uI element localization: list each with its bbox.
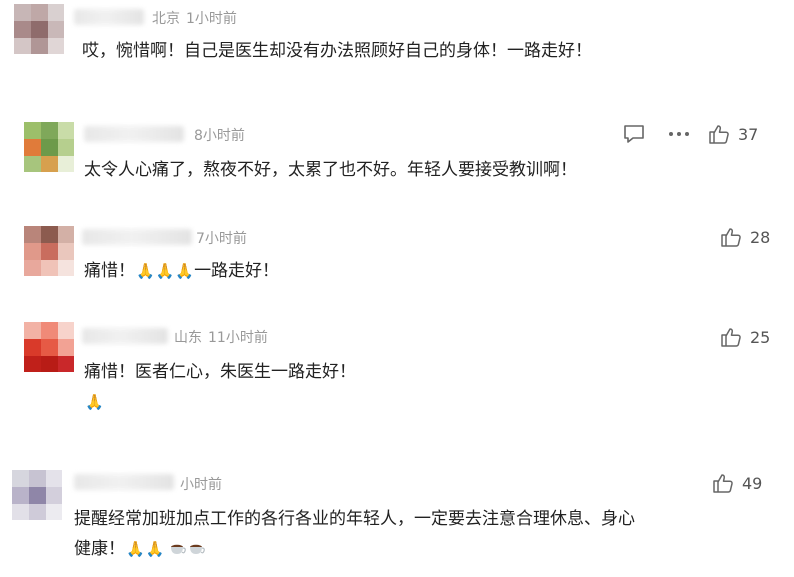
comment-text: 痛惜！医者仁心，朱医生一路走好！ — [84, 362, 356, 382]
comment-actions: 49 — [712, 472, 762, 494]
comment-meta: 8小时前 — [194, 125, 245, 145]
comment-text: 哎，惋惜啊！自己是医生却没有办法照顾好自己的身体！一路走好！ — [82, 41, 592, 61]
comment-meta: 7小时前 — [196, 228, 247, 248]
comment-location: 山东 — [174, 330, 202, 346]
avatar[interactable] — [24, 322, 74, 372]
comment-text-part: 健康！ — [74, 539, 125, 559]
folded-hands-emoji: 🙏 — [85, 393, 104, 411]
comment-meta: 山东 11小时前 — [174, 327, 268, 347]
folded-hands-emoji: 🙏 — [145, 540, 165, 558]
thumbs-up-icon[interactable] — [720, 326, 742, 348]
comment-time: 小时前 — [180, 477, 222, 493]
avatar[interactable] — [14, 4, 64, 54]
like-count: 28 — [750, 227, 771, 247]
comment-text: 太令人心痛了，熬夜不好，太累了也不好。年轻人要接受教训啊！ — [84, 160, 577, 180]
comment-time: 7小时前 — [196, 231, 247, 247]
more-icon[interactable] — [668, 131, 690, 137]
comment-time: 1小时前 — [186, 11, 237, 27]
folded-hands-emoji: 🙏 — [175, 262, 195, 280]
comment-time: 11小时前 — [208, 330, 268, 346]
like-count: 49 — [742, 473, 763, 493]
comment-icon[interactable] — [622, 123, 646, 145]
avatar[interactable] — [24, 122, 74, 172]
thumbs-up-icon[interactable] — [720, 226, 742, 248]
comment-text-part: 一路走好！ — [194, 261, 280, 281]
username-redacted[interactable] — [84, 126, 184, 142]
avatar[interactable] — [12, 470, 62, 520]
avatar[interactable] — [24, 226, 74, 276]
hot-beverage-emoji — [189, 544, 205, 554]
like-count: 37 — [738, 124, 759, 144]
comment-actions: 37 — [622, 123, 758, 145]
folded-hands-emoji: 🙏 — [126, 540, 145, 558]
comment-text: 健康！🙏🙏 — [74, 535, 208, 563]
comment-location: 北京 — [152, 11, 180, 27]
hot-beverage-emoji — [170, 544, 186, 554]
comment-text-part: 痛惜！ — [84, 261, 135, 281]
comment-time: 8小时前 — [194, 128, 245, 144]
thumbs-up-icon[interactable] — [712, 472, 734, 494]
like-count: 25 — [750, 327, 771, 347]
username-redacted[interactable] — [74, 9, 144, 25]
folded-hands-emoji: 🙏 — [155, 262, 175, 280]
thumbs-up-icon[interactable] — [708, 123, 730, 145]
comment-text: 痛惜！🙏🙏🙏一路走好！ — [84, 257, 279, 285]
comment-actions: 25 — [720, 326, 770, 348]
comment-meta: 小时前 — [180, 474, 222, 494]
comment-actions: 28 — [720, 226, 770, 248]
username-redacted[interactable] — [82, 229, 192, 245]
username-redacted[interactable] — [74, 474, 174, 490]
username-redacted[interactable] — [82, 328, 168, 344]
comment-text-emoji-line: 🙏 — [84, 388, 104, 416]
folded-hands-emoji: 🙏 — [136, 262, 155, 280]
comment-text: 提醒经常加班加点工作的各行各业的年轻人，一定要去注意合理休息、身心 — [74, 509, 635, 529]
comment-meta: 北京 1小时前 — [152, 8, 237, 28]
